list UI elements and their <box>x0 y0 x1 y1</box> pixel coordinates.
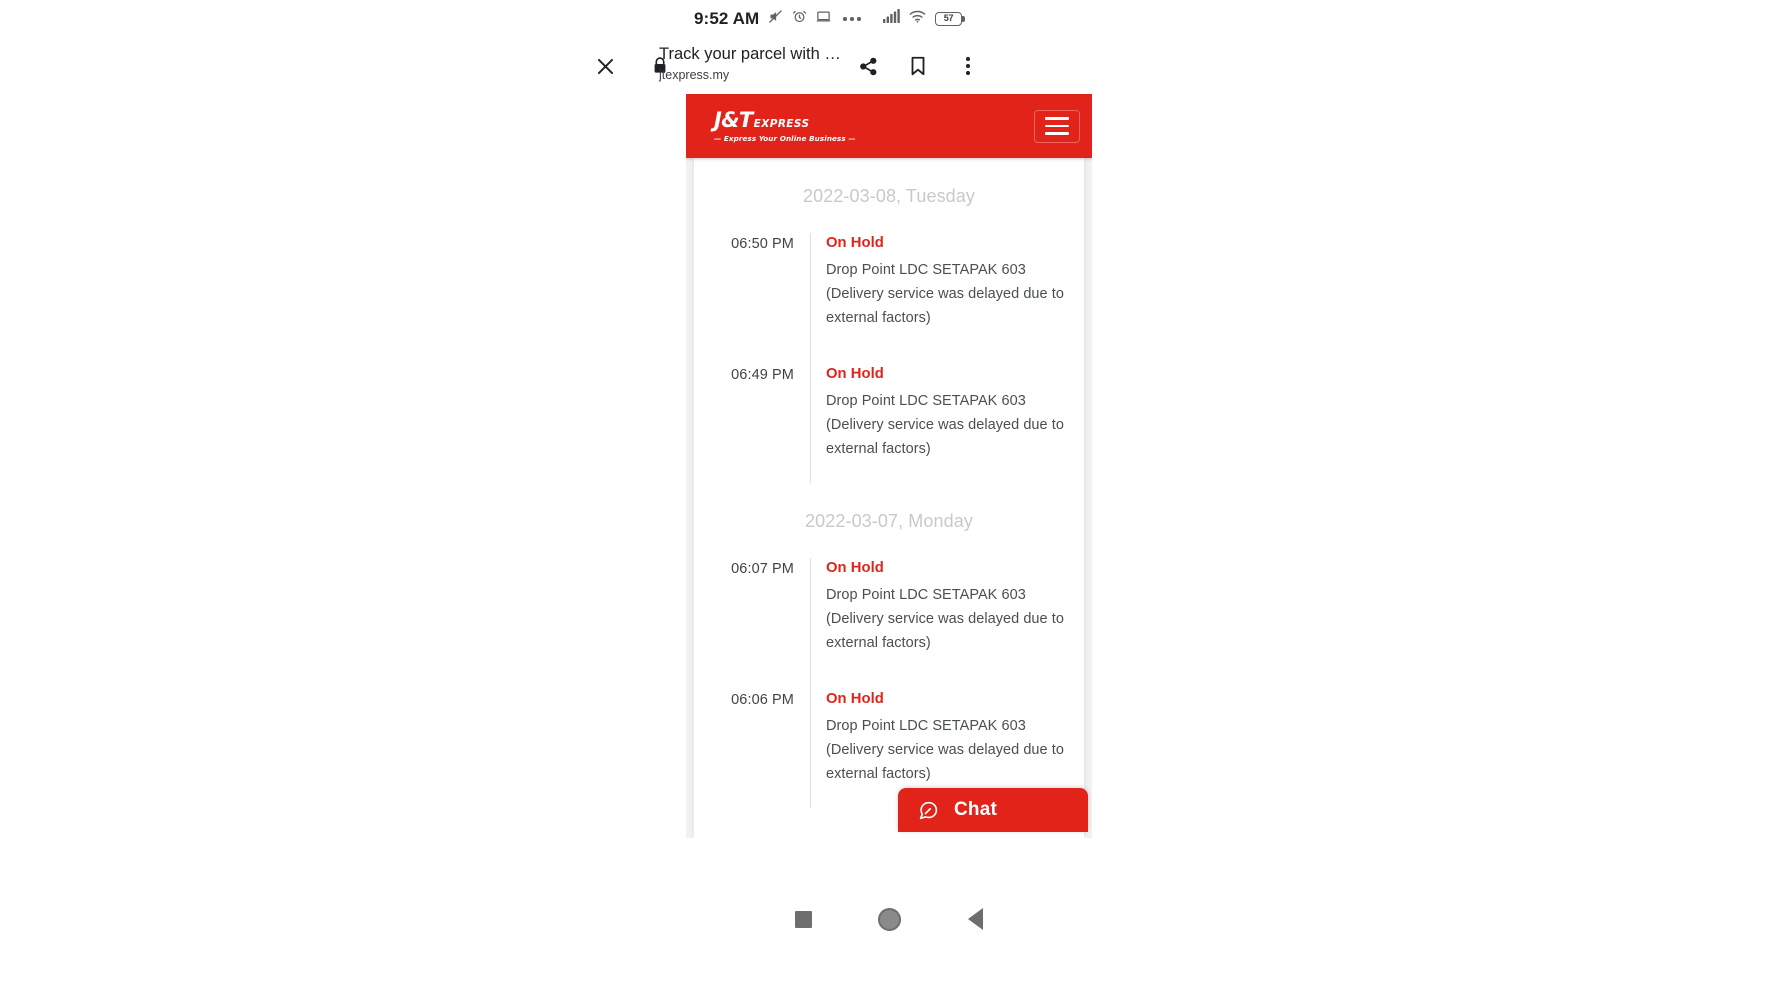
tracking-event-description: Drop Point LDC SETAPAK 603 (Delivery ser… <box>826 261 1064 326</box>
android-navigation-bar <box>0 838 1778 1000</box>
hamburger-line <box>1045 117 1069 120</box>
bookmark-icon <box>911 56 925 76</box>
tracking-event-time: 06:50 PM <box>731 236 794 252</box>
more-icon <box>843 17 862 21</box>
tracking-event-description: Drop Point LDC SETAPAK 603 (Delivery ser… <box>826 717 1064 782</box>
tracking-event-status: On Hold <box>826 559 884 576</box>
tracking-date-header: 2022-03-07, Monday <box>805 510 973 531</box>
mute-icon <box>768 9 783 29</box>
tracking-event-description: Drop Point LDC SETAPAK 603 (Delivery ser… <box>826 392 1064 457</box>
site-header: J&T EXPRESS — Express Your Online Busine… <box>686 94 1092 158</box>
chat-bubble-icon <box>919 801 938 819</box>
screen: 9:52 AM 57 Track your parcel with … jtex… <box>0 0 1778 1000</box>
cellular-signal-icon <box>883 9 900 28</box>
status-bar-right: 57 <box>883 9 966 28</box>
toolbar-actions <box>852 50 984 82</box>
tracking-event-body: On Hold Drop Point LDC SETAPAK 603 (Deliv… <box>810 688 1066 786</box>
chat-button[interactable]: Chat <box>898 788 1088 832</box>
web-page-viewport: J&T EXPRESS — Express Your Online Busine… <box>686 94 1092 838</box>
cast-icon <box>816 9 831 29</box>
tracking-event-status: On Hold <box>826 235 884 251</box>
tracking-event: 06:06 PM On Hold Drop Point LDC SETAPAK 60… <box>712 688 1066 786</box>
recents-icon <box>794 910 812 928</box>
status-bar-clock: 9:52 AM <box>694 9 760 28</box>
overflow-menu-button[interactable] <box>952 50 984 82</box>
tracking-timeline-connector <box>810 654 1066 689</box>
logo-wordmark: J&T EXPRESS <box>714 107 856 132</box>
browser-toolbar: Track your parcel with … jtexpress.my <box>0 38 1778 94</box>
chat-button-label: Chat <box>954 799 998 820</box>
address-bar[interactable]: Track your parcel with … jtexpress.my <box>659 44 849 83</box>
back-icon <box>967 908 983 930</box>
bookmark-button[interactable] <box>902 50 934 82</box>
tracking-event: 06:49 PM On Hold Drop Point LDC SETAPAK 60… <box>712 363 1066 461</box>
tracking-event-status: On Hold <box>826 690 884 707</box>
hamburger-line <box>1045 132 1069 135</box>
battery-indicator: 57 <box>935 11 966 26</box>
back-button[interactable] <box>932 891 1018 947</box>
tracking-event-time: 06:06 PM <box>731 691 794 708</box>
tracking-event-body: On Hold Drop Point LDC SETAPAK 603 (Deliv… <box>810 233 1066 330</box>
tracking-event-time: 06:07 PM <box>731 560 794 577</box>
logo-tagline: — Express Your Online Business — <box>714 133 856 143</box>
hamburger-menu-button[interactable] <box>1034 109 1080 143</box>
tracking-event-body: On Hold Drop Point LDC SETAPAK 603 (Deliv… <box>810 557 1066 655</box>
close-button[interactable] <box>589 50 621 82</box>
tracking-event: 06:07 PM On Hold Drop Point LDC SETAPAK 60… <box>712 557 1066 655</box>
home-button[interactable] <box>846 891 932 947</box>
tracking-event-status: On Hold <box>826 365 884 382</box>
tracking-event-body: On Hold Drop Point LDC SETAPAK 603 (Deliv… <box>810 363 1066 461</box>
wifi-icon <box>909 10 926 28</box>
logo-main-text: J&T <box>714 107 753 132</box>
page-title: Track your parcel with … <box>659 45 841 63</box>
home-icon <box>877 907 901 931</box>
tracking-event-description: Drop Point LDC SETAPAK 603 (Delivery ser… <box>826 586 1064 651</box>
phone-viewport: 9:52 AM 57 Track your parcel with … jtex… <box>0 0 1778 1000</box>
tracking-card: 2022-03-08, Tuesday 06:50 PM On Hold Drop P… <box>694 158 1084 838</box>
share-icon <box>859 57 876 75</box>
status-bar-left: 9:52 AM <box>694 9 862 29</box>
recents-button[interactable] <box>760 891 846 947</box>
tracking-event-time: 06:49 PM <box>731 366 794 383</box>
logo-sub-text: EXPRESS <box>753 117 810 130</box>
hamburger-line <box>1045 124 1069 128</box>
tracking-timeline: 2022-03-08, Tuesday 06:50 PM On Hold Drop P… <box>694 158 1084 838</box>
kebab-menu-icon <box>966 56 970 76</box>
tracking-event: 06:50 PM On Hold Drop Point LDC SETAPAK 60… <box>712 233 1066 330</box>
tracking-timeline-connector <box>810 460 1066 483</box>
share-button[interactable] <box>852 50 884 82</box>
page-host: jtexpress.my <box>659 67 730 82</box>
battery-level: 57 <box>943 13 954 23</box>
tracking-date-header: 2022-03-08, Tuesday <box>802 186 976 206</box>
status-bar: 9:52 AM 57 <box>0 0 1778 38</box>
tracking-timeline-connector <box>810 329 1066 364</box>
alarm-icon <box>792 9 807 29</box>
close-icon <box>597 58 613 74</box>
jt-express-logo[interactable]: J&T EXPRESS — Express Your Online Busine… <box>714 107 856 143</box>
